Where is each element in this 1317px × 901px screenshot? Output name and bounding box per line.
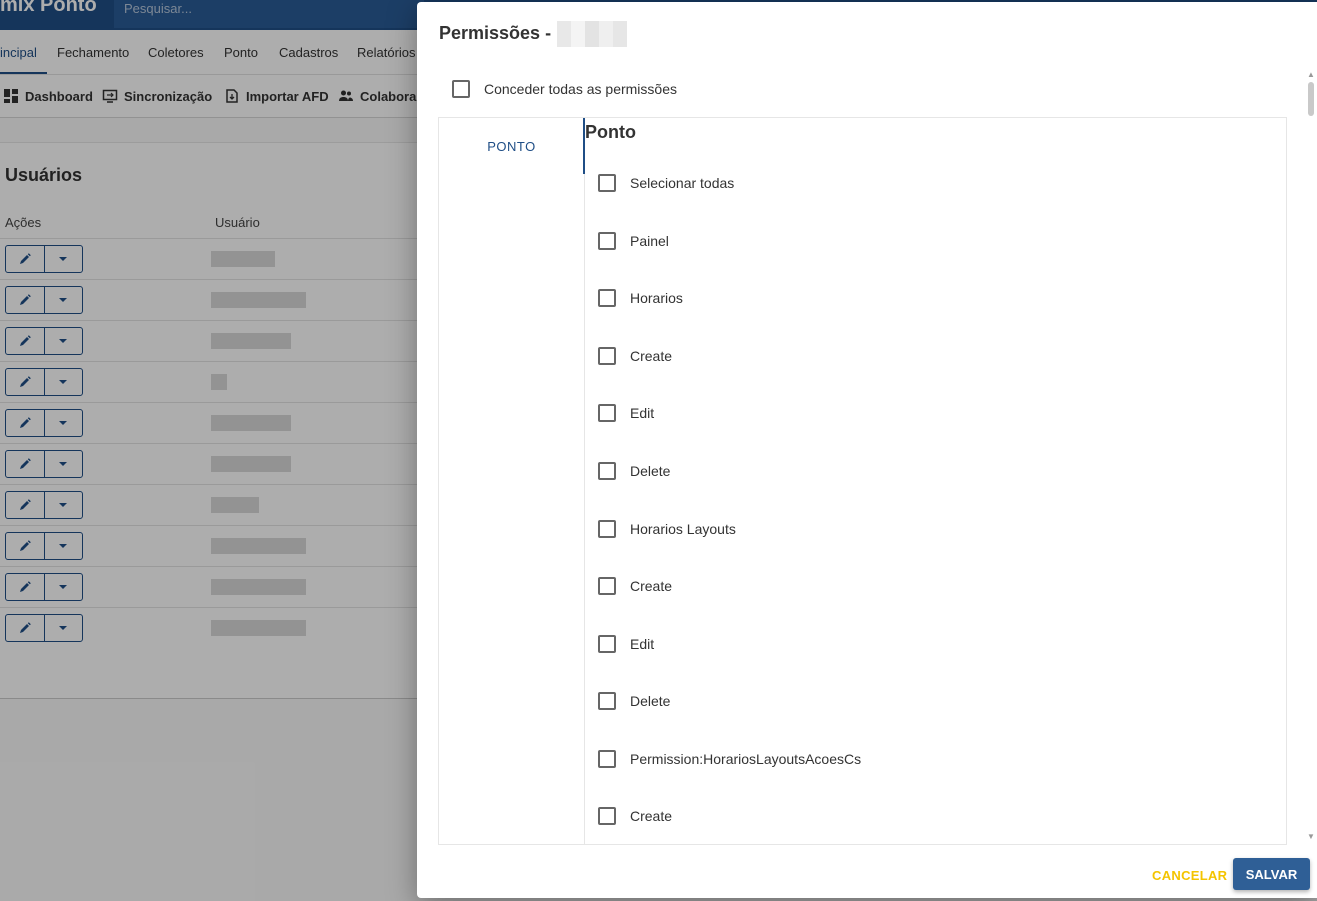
permission-item[interactable]: Painel bbox=[598, 232, 669, 250]
permission-item[interactable]: Create bbox=[598, 577, 672, 595]
cancel-button[interactable]: CANCELAR bbox=[1152, 868, 1227, 883]
permission-checkbox[interactable] bbox=[598, 750, 616, 768]
permission-checkbox[interactable] bbox=[598, 807, 616, 825]
permission-checkbox[interactable] bbox=[598, 232, 616, 250]
permission-checkbox[interactable] bbox=[598, 462, 616, 480]
permission-checkbox[interactable] bbox=[598, 347, 616, 365]
permission-item[interactable]: Selecionar todas bbox=[598, 174, 734, 192]
permission-item[interactable]: Delete bbox=[598, 692, 670, 710]
permission-label: Delete bbox=[630, 463, 671, 479]
permission-label: Edit bbox=[630, 636, 655, 652]
permission-label: Horarios Layouts bbox=[630, 521, 736, 537]
permission-checkbox[interactable] bbox=[598, 577, 616, 595]
permission-item[interactable]: Horarios Layouts bbox=[598, 520, 736, 538]
tab-ponto[interactable]: PONTO bbox=[439, 118, 585, 174]
permission-list: Ponto Selecionar todas Painel Horarios Crea… bbox=[585, 118, 1286, 844]
permission-label: Selecionar todas bbox=[630, 175, 735, 191]
dialog-title-text: Permissões - bbox=[439, 22, 552, 43]
permission-label: Horarios bbox=[630, 290, 683, 306]
scroll-up-arrow[interactable]: ▲ bbox=[1307, 70, 1315, 79]
dialog-title: Permissões - bbox=[439, 21, 628, 47]
permission-item[interactable]: Horarios bbox=[598, 289, 683, 307]
permission-section-heading: Ponto bbox=[585, 122, 636, 142]
permission-item[interactable]: Create bbox=[598, 807, 672, 825]
permissions-panel: PONTO Ponto Selecionar todas Painel Horari… bbox=[438, 117, 1287, 845]
permission-label: Delete bbox=[630, 693, 671, 709]
permission-label: Edit bbox=[630, 405, 655, 421]
permission-label: Create bbox=[630, 578, 673, 594]
grant-all-label: Conceder todas as permissões bbox=[484, 81, 677, 97]
permission-checkbox[interactable] bbox=[598, 635, 616, 653]
permission-item[interactable]: Permission:HorariosLayoutsAcoesCs bbox=[598, 750, 861, 768]
dialog-scrollbar[interactable]: ▲ ▼ bbox=[1306, 70, 1316, 845]
permission-item[interactable]: Edit bbox=[598, 404, 654, 422]
permission-item[interactable]: Create bbox=[598, 347, 672, 365]
permissions-dialog: Permissões - Conceder todas as permissõe… bbox=[417, 2, 1317, 898]
grant-all-permissions[interactable]: Conceder todas as permissões bbox=[452, 80, 677, 98]
permission-label: Permission:HorariosLayoutsAcoesCs bbox=[630, 751, 862, 767]
permission-checkbox[interactable] bbox=[598, 692, 616, 710]
permission-tabs: PONTO bbox=[439, 118, 585, 844]
permission-checkbox[interactable] bbox=[598, 289, 616, 307]
save-button[interactable]: SALVAR bbox=[1233, 858, 1310, 890]
permission-checkbox[interactable] bbox=[598, 404, 616, 422]
redacted-user-name bbox=[557, 21, 628, 47]
scroll-down-arrow[interactable]: ▼ bbox=[1307, 832, 1315, 841]
permission-checkbox[interactable] bbox=[598, 520, 616, 538]
permission-label: Create bbox=[630, 348, 673, 364]
permission-checkbox[interactable] bbox=[598, 174, 616, 192]
permission-item[interactable]: Delete bbox=[598, 462, 670, 480]
permission-label: Painel bbox=[630, 233, 669, 249]
tab-ponto-label: PONTO bbox=[487, 138, 536, 154]
grant-all-checkbox[interactable] bbox=[452, 80, 470, 98]
scroll-thumb[interactable] bbox=[1308, 82, 1314, 116]
permission-item[interactable]: Edit bbox=[598, 635, 654, 653]
permission-label: Create bbox=[630, 808, 673, 824]
